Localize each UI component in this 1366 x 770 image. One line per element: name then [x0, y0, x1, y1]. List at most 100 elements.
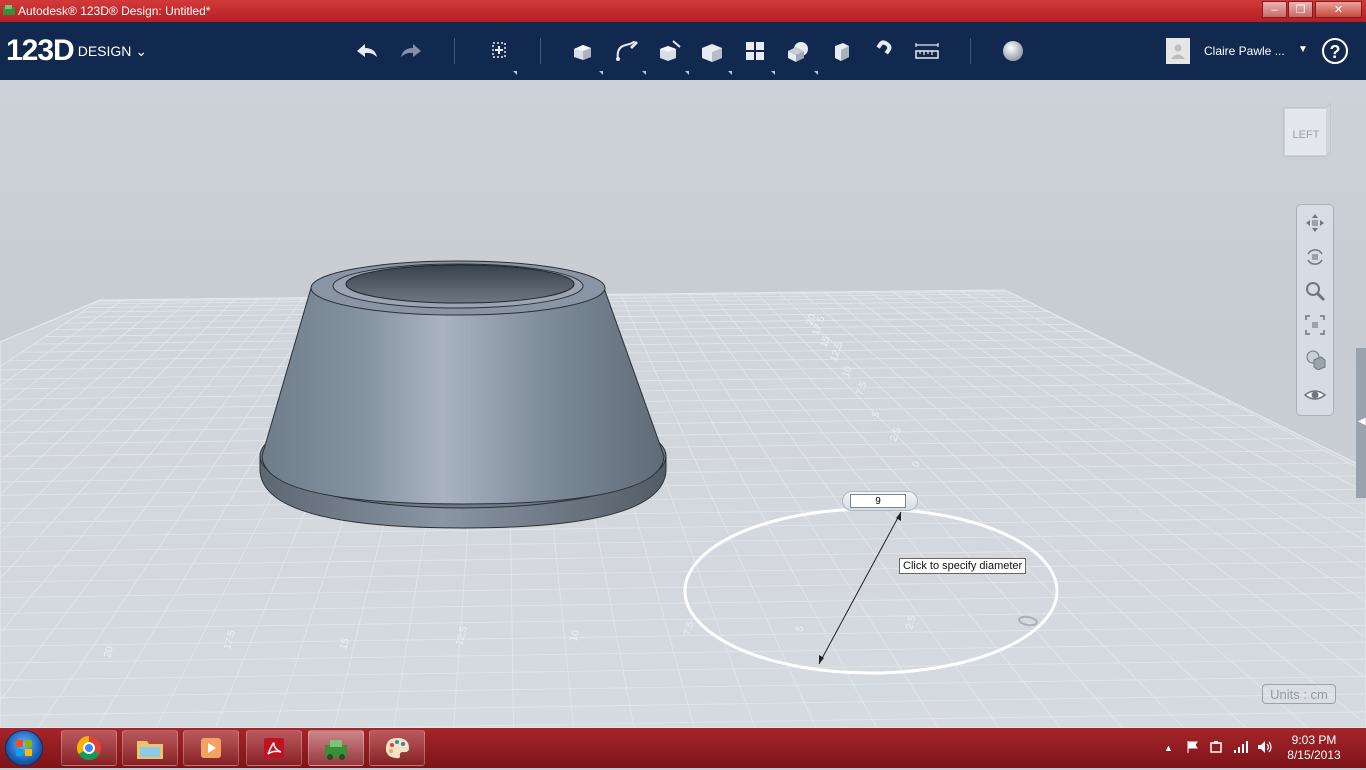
tooltip: Click to specify diameter: [899, 558, 1026, 574]
toolbar-separator: [454, 38, 455, 64]
view-cube-face-label: LEFT: [1293, 129, 1320, 141]
magnet-icon: [869, 37, 897, 65]
app-icon: [2, 4, 16, 16]
undo-button[interactable]: [350, 36, 384, 66]
dropdown-indicator: [814, 71, 818, 75]
folder-icon: [135, 735, 165, 761]
dropdown-indicator: [599, 71, 603, 75]
minimize-button[interactable]: –: [1262, 1, 1287, 18]
views-icon: [1304, 348, 1326, 370]
cone-model[interactable]: [260, 261, 666, 528]
sketch-button[interactable]: [609, 36, 643, 66]
redo-button[interactable]: [394, 36, 428, 66]
dropdown-indicator: [728, 71, 732, 75]
primitives-icon: [569, 37, 597, 65]
fit-icon: [1304, 314, 1326, 336]
dropdown-indicator: [685, 71, 689, 75]
clock-date: 8/15/2013: [1276, 748, 1352, 763]
close-button[interactable]: ✕: [1315, 1, 1362, 18]
construct-button[interactable]: [652, 36, 686, 66]
sketch-icon: [612, 37, 640, 65]
show-hidden-icons-icon[interactable]: ▲: [1164, 743, 1173, 753]
clock-time: 9:03 PM: [1276, 733, 1352, 748]
combine-icon: [827, 37, 855, 65]
logo-text: 123D: [6, 34, 74, 67]
pan-icon: [1304, 212, 1326, 234]
taskbar-acrobat[interactable]: [246, 730, 302, 766]
material-sphere-icon: [999, 37, 1027, 65]
restore-button[interactable]: ❐: [1288, 1, 1313, 18]
windows-logo-icon: [6, 731, 42, 765]
combine-button[interactable]: [824, 36, 858, 66]
taskbar-123d-design[interactable]: [308, 730, 364, 766]
pan-button[interactable]: [1301, 209, 1329, 237]
dropdown-indicator: [642, 71, 646, 75]
grouping-icon: [784, 37, 812, 65]
expand-panel-icon[interactable]: ◀: [1358, 416, 1366, 432]
fit-button[interactable]: [1301, 311, 1329, 339]
window-title-bar: Autodesk® 123D® Design: Untitled* – ❐ ✕: [0, 0, 1366, 22]
transform-icon: [485, 37, 513, 65]
taskbar-chrome[interactable]: [61, 730, 117, 766]
pattern-icon: [741, 37, 769, 65]
modify-icon: [698, 37, 726, 65]
chevron-down-icon: ⌄: [135, 43, 147, 59]
cone-body: [262, 288, 664, 504]
pattern-button[interactable]: [738, 36, 772, 66]
dropdown-indicator: [771, 71, 775, 75]
magnifier-icon: [1304, 280, 1326, 302]
taskbar-file-explorer[interactable]: [122, 730, 178, 766]
construct-icon: [655, 37, 683, 65]
cone-hole: [346, 265, 574, 303]
start-button[interactable]: [5, 730, 43, 766]
acrobat-icon: [261, 735, 287, 761]
avatar[interactable]: [1166, 38, 1190, 64]
3d-viewport[interactable]: 2017.51512.5107.552.502.557.51012.51517.…: [0, 80, 1366, 728]
action-center-flag-icon[interactable]: [1186, 740, 1200, 754]
window-title: Autodesk® 123D® Design: Untitled*: [18, 4, 210, 18]
views-button[interactable]: [1301, 345, 1329, 373]
network-signal-icon[interactable]: [1233, 740, 1249, 754]
orbit-button[interactable]: [1301, 243, 1329, 271]
app-toolbar: 123DDESIGN⌄: [0, 22, 1366, 80]
primitives-button[interactable]: [566, 36, 600, 66]
logo-subtext: DESIGN: [78, 43, 132, 59]
ruler-icon: [913, 37, 941, 65]
user-menu-dropdown-icon[interactable]: ▼: [1298, 44, 1308, 55]
modify-button[interactable]: [695, 36, 729, 66]
eye-icon: [1304, 384, 1326, 406]
user-name[interactable]: Claire Pawle ...: [1204, 44, 1285, 58]
transform-button[interactable]: [482, 36, 516, 66]
undo-icon: [353, 37, 381, 65]
diameter-input[interactable]: [850, 494, 906, 508]
taskbar: ▲ 9:03 PM 8/15/2013: [0, 728, 1366, 768]
units-indicator[interactable]: Units : cm: [1262, 684, 1336, 704]
user-icon: [1170, 42, 1186, 60]
taskbar-paint[interactable]: [369, 730, 425, 766]
paint-palette-icon: [383, 735, 411, 761]
toolbar-separator: [970, 38, 971, 64]
system-clock[interactable]: 9:03 PM 8/15/2013: [1276, 733, 1352, 763]
help-button[interactable]: ?: [1322, 38, 1348, 64]
scene-canvas[interactable]: 2017.51512.5107.552.502.557.51012.51517.…: [0, 80, 1366, 728]
taskbar-media-player[interactable]: [183, 730, 239, 766]
grouping-button[interactable]: [781, 36, 815, 66]
navigation-bar: [1296, 204, 1334, 416]
volume-icon[interactable]: [1257, 740, 1273, 754]
123d-design-icon: [321, 735, 351, 761]
redo-icon: [397, 37, 425, 65]
visibility-button[interactable]: [1301, 381, 1329, 409]
ground-grid: [0, 290, 1366, 728]
app-menu-logo[interactable]: 123DDESIGN⌄: [6, 34, 147, 68]
view-cube[interactable]: LEFT: [1282, 102, 1332, 158]
snap-button[interactable]: [866, 36, 900, 66]
device-icon[interactable]: [1209, 740, 1223, 754]
dropdown-indicator: [513, 71, 517, 75]
material-button[interactable]: [996, 36, 1030, 66]
zoom-button[interactable]: [1301, 277, 1329, 305]
orbit-icon: [1304, 246, 1326, 268]
measure-button[interactable]: [910, 36, 944, 66]
chrome-icon: [75, 734, 103, 762]
media-player-icon: [198, 735, 224, 761]
toolbar-separator: [540, 38, 541, 64]
